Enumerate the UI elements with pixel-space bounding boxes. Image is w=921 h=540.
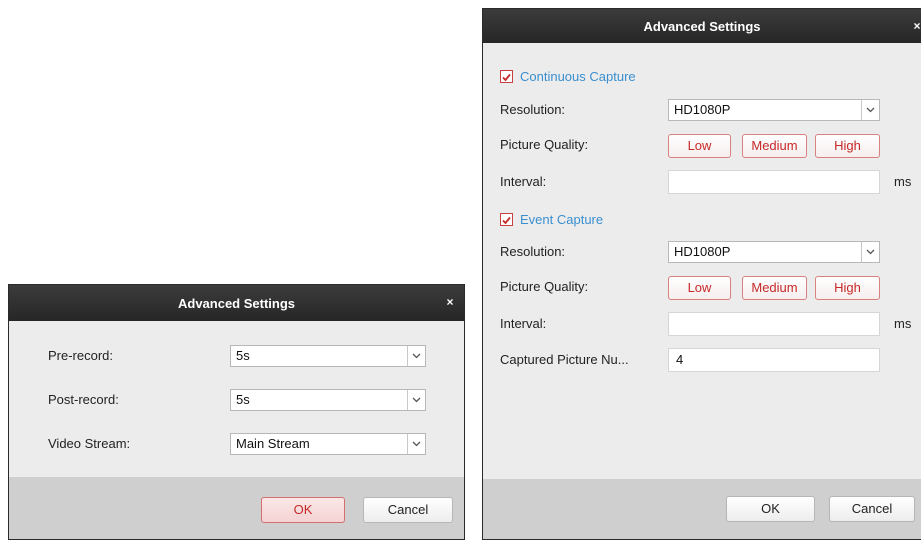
event-capture-title: Event Capture <box>520 212 604 227</box>
video-stream-select[interactable]: Main Stream <box>230 433 426 455</box>
quality-low-button[interactable]: Low <box>668 134 731 158</box>
interval-unit: ms <box>894 174 912 189</box>
advanced-settings-dialog-record: Advanced Settings × Pre-record: 5s Post-… <box>8 284 465 540</box>
quality-high-button[interactable]: High <box>815 134 880 158</box>
continuous-interval-row: Interval: ms <box>483 170 921 194</box>
event-capture-checkbox[interactable] <box>500 213 513 226</box>
continuous-interval-input[interactable] <box>668 170 880 194</box>
event-interval-input[interactable] <box>668 312 880 336</box>
pre-record-row: Pre-record: 5s <box>9 345 464 369</box>
cancel-button[interactable]: Cancel <box>363 497 453 523</box>
cancel-button[interactable]: Cancel <box>829 496 915 522</box>
dialog-footer: OK Cancel <box>483 479 921 539</box>
resolution-label: Resolution: <box>500 102 566 117</box>
continuous-capture-checkbox[interactable] <box>500 70 513 83</box>
dialog-titlebar[interactable]: Advanced Settings × <box>9 285 464 321</box>
chevron-down-icon[interactable] <box>861 242 879 262</box>
ok-button[interactable]: OK <box>726 496 815 522</box>
event-quality-row: Picture Quality: Low Medium High <box>483 276 921 300</box>
dialog-titlebar[interactable]: Advanced Settings × <box>483 9 921 43</box>
continuous-resolution-select[interactable]: HD1080P <box>668 99 880 121</box>
pre-record-value: 5s <box>236 348 250 363</box>
event-interval-row: Interval: ms <box>483 312 921 336</box>
dialog-title: Advanced Settings <box>643 18 761 34</box>
resolution-value: HD1080P <box>674 102 731 117</box>
captured-picture-row: Captured Picture Nu... 4 <box>483 348 921 372</box>
chevron-down-icon[interactable] <box>861 100 879 120</box>
event-capture-header: Event Capture <box>500 211 720 229</box>
resolution-value: HD1080P <box>674 244 731 259</box>
chevron-down-icon[interactable] <box>407 390 425 410</box>
video-stream-label: Video Stream: <box>48 436 131 451</box>
quality-medium-button[interactable]: Medium <box>742 134 807 158</box>
close-icon[interactable]: × <box>909 18 921 34</box>
video-stream-value: Main Stream <box>236 436 310 451</box>
advanced-settings-dialog-capture: Advanced Settings × Continuous Capture R… <box>482 8 921 540</box>
continuous-capture-header: Continuous Capture <box>500 68 720 86</box>
post-record-label: Post-record: <box>48 392 119 407</box>
interval-unit: ms <box>894 316 912 331</box>
checkmark-icon <box>502 216 511 225</box>
picture-quality-label: Picture Quality: <box>500 279 589 294</box>
chevron-down-icon[interactable] <box>407 434 425 454</box>
interval-label: Interval: <box>500 316 547 331</box>
post-record-row: Post-record: 5s <box>9 389 464 413</box>
post-record-value: 5s <box>236 392 250 407</box>
continuous-resolution-row: Resolution: HD1080P <box>483 99 921 123</box>
resolution-label: Resolution: <box>500 244 566 259</box>
dialog-footer: OK Cancel <box>9 477 464 539</box>
quality-medium-button[interactable]: Medium <box>742 276 807 300</box>
dialog-title: Advanced Settings <box>177 295 296 311</box>
picture-quality-label: Picture Quality: <box>500 137 589 152</box>
continuous-capture-title: Continuous Capture <box>520 69 636 84</box>
pre-record-label: Pre-record: <box>48 348 114 363</box>
post-record-select[interactable]: 5s <box>230 389 426 411</box>
captured-picture-label: Captured Picture Nu... <box>500 352 629 367</box>
pre-record-select[interactable]: 5s <box>230 345 426 367</box>
continuous-quality-row: Picture Quality: Low Medium High <box>483 134 921 158</box>
close-icon[interactable]: × <box>442 294 458 310</box>
interval-label: Interval: <box>500 174 547 189</box>
quality-low-button[interactable]: Low <box>668 276 731 300</box>
chevron-down-icon[interactable] <box>407 346 425 366</box>
captured-picture-value: 4 <box>676 352 684 367</box>
event-resolution-row: Resolution: HD1080P <box>483 241 921 265</box>
event-resolution-select[interactable]: HD1080P <box>668 241 880 263</box>
captured-picture-input[interactable]: 4 <box>668 348 880 372</box>
ok-button[interactable]: OK <box>261 497 345 523</box>
video-stream-row: Video Stream: Main Stream <box>9 433 464 457</box>
quality-high-button[interactable]: High <box>815 276 880 300</box>
checkmark-icon <box>502 73 511 82</box>
